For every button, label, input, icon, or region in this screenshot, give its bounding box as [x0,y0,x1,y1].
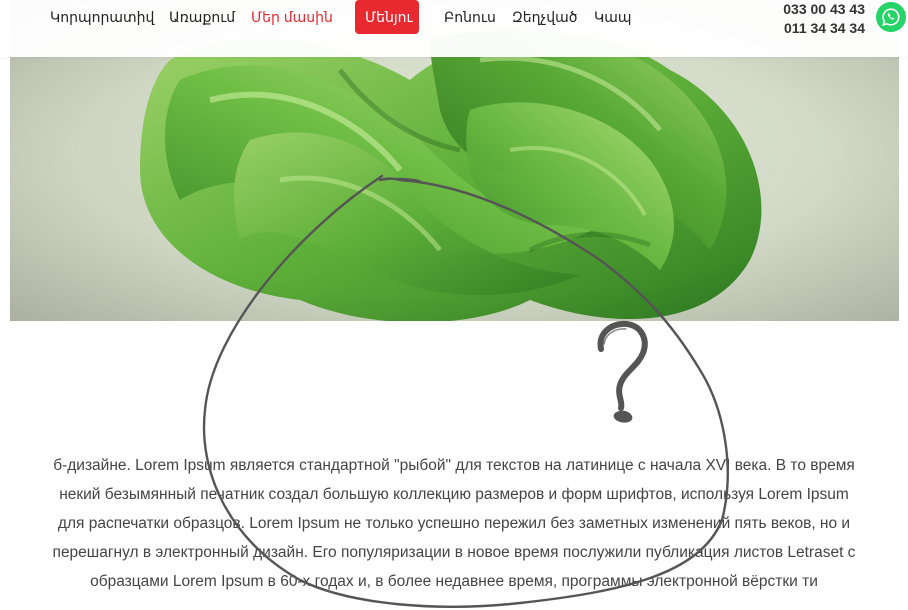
question-mark-icon [597,320,648,423]
site-header: Կորպորատիվ Առաքում Մեր մասին Մենյու Բոնո… [0,0,908,57]
nav-item-contact[interactable]: Կապ [594,0,632,34]
about-paragraph: б-дизайне. Lorem Ipsum является стандарт… [52,456,856,590]
main-nav: Կորպորատիվ Առաքում Մեր մասին Մենյու Բոնո… [0,0,700,36]
nav-item-discounts[interactable]: Զեղչված [512,0,577,34]
nav-item-menu[interactable]: Մենյու [355,0,419,34]
whatsapp-icon [882,8,900,26]
phone-number-2[interactable]: 011 34 34 34 [783,19,865,38]
nav-item-delivery[interactable]: Առաքում [169,0,235,34]
phone-block: 033 00 43 43 011 34 34 34 [783,0,865,38]
nav-item-corporate[interactable]: Կորպորատիվ [50,0,154,34]
phone-number-1[interactable]: 033 00 43 43 [783,0,865,19]
whatsapp-button[interactable] [876,2,906,32]
nav-item-bonus[interactable]: Բոնուս [444,0,496,34]
nav-item-about[interactable]: Մեր մասին [251,0,333,34]
